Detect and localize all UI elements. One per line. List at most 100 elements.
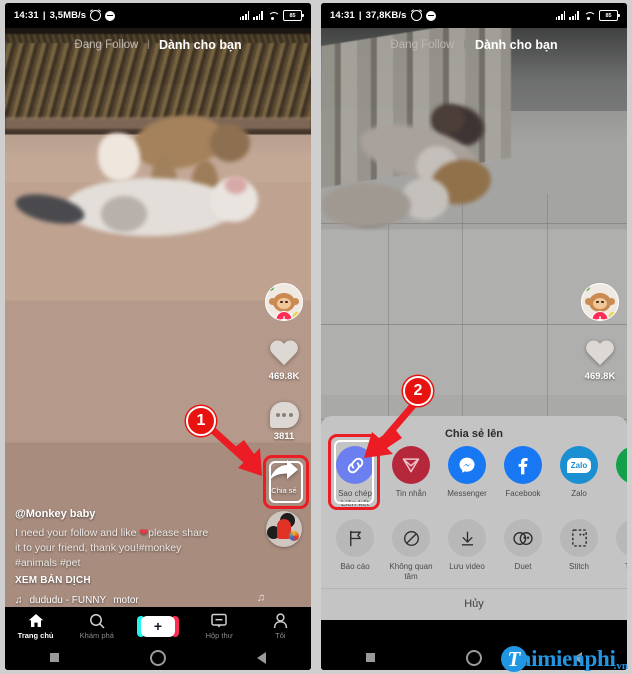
- tab-separator: |: [147, 39, 150, 50]
- nav-item-create[interactable]: +: [127, 615, 188, 637]
- inbox-icon: [211, 612, 227, 629]
- status-left-group: 14:31 | 37,8KB/s: [330, 10, 436, 21]
- avatar-eye-right: [285, 300, 288, 304]
- recents-square-icon[interactable]: [50, 653, 60, 662]
- left-status-bar: 14:31 | 3,5MB/s 85: [5, 3, 311, 28]
- status-separator: |: [42, 10, 46, 21]
- avatar-banana: [607, 310, 618, 319]
- disc-color-orb: [289, 531, 299, 541]
- caption-music-row[interactable]: ♫ dududu - FUNNY motor: [15, 595, 253, 606]
- step-1-badge: 1: [186, 406, 216, 436]
- nav-item-home[interactable]: Trang chủ: [5, 612, 66, 640]
- avatar-ear-right: [292, 297, 299, 305]
- music-note-icon: ♫: [15, 595, 23, 606]
- step-2-badge: 2: [403, 376, 433, 406]
- left-phone-screenshot: 14:31 | 3,5MB/s 85 Đang Follow | Dành ch…: [0, 0, 316, 674]
- recents-square-icon[interactable]: [366, 653, 376, 662]
- bookmark-svg: [627, 528, 628, 548]
- flag-svg: [349, 530, 361, 546]
- alarm-icon: [410, 10, 422, 21]
- tab-following[interactable]: Đang Follow: [74, 39, 138, 51]
- status-left-group: 14:31 | 3,5MB/s: [14, 10, 116, 21]
- avatar-leaf: [267, 286, 274, 291]
- music-disc[interactable]: [266, 511, 302, 547]
- back-triangle-icon[interactable]: [256, 651, 266, 664]
- home-circle-icon[interactable]: [465, 649, 482, 666]
- left-phone-screen: 14:31 | 3,5MB/s 85 Đang Follow | Dành ch…: [5, 3, 311, 670]
- nav-label-inbox: Hộp thư: [205, 631, 233, 640]
- cat-patch: [101, 196, 147, 232]
- nav-item-inbox[interactable]: Hộp thư: [189, 612, 250, 640]
- follow-plus-button[interactable]: +: [591, 311, 609, 320]
- create-button-wrap: +: [136, 615, 179, 637]
- share-app-messenger[interactable]: Messenger: [439, 446, 495, 509]
- share-app-sms[interactable]: S: [607, 446, 627, 509]
- caption-line2: it to your friend, thank you!#monkey: [15, 542, 182, 554]
- share-actions-row: Báo cáo Không quan tâm Lưu video Duet St…: [321, 515, 627, 588]
- nav-label-home: Trang chủ: [17, 631, 54, 640]
- status-network-speed: 3,5MB/s: [49, 10, 87, 21]
- signal-bars-icon: [555, 11, 566, 20]
- heart-icon: [269, 341, 299, 368]
- left-bottom-nav: Trang chủ Khám phá + Hộp thư Tôi: [5, 607, 311, 645]
- cancel-button[interactable]: Hủy: [321, 588, 627, 620]
- caption-heart-emoji: ❤: [139, 527, 149, 539]
- battery-icon: 85: [283, 10, 304, 21]
- duet-icon: [504, 519, 542, 557]
- action-label-report: Báo cáo: [340, 562, 370, 571]
- caption-username[interactable]: @Monkey baby: [15, 508, 253, 520]
- signal-bars-icon-2: [253, 11, 263, 20]
- home-circle-icon[interactable]: [149, 649, 166, 666]
- status-separator: |: [358, 10, 362, 21]
- right-status-bar: 14:31 | 37,8KB/s 85: [321, 3, 627, 28]
- watermark-tld: .vn: [613, 660, 628, 672]
- plus-icon[interactable]: +: [136, 615, 179, 637]
- status-time: 14:31: [330, 10, 355, 21]
- heart-icon: [585, 341, 615, 368]
- not-interested-label-2: tâm: [404, 572, 418, 581]
- action-not-interested[interactable]: Không quan tâm: [383, 519, 439, 582]
- action-label-not-interested: Không quan tâm: [389, 562, 432, 582]
- wifi-icon: [583, 11, 595, 20]
- action-add-favorite[interactable]: Thêm Yêu: [607, 519, 627, 582]
- action-duet[interactable]: Duet: [495, 519, 551, 582]
- like-button[interactable]: 469.8K: [269, 341, 300, 382]
- cat-ear: [225, 176, 247, 194]
- action-stitch[interactable]: Stitch: [551, 519, 607, 582]
- nav-item-discover[interactable]: Khám phá: [66, 612, 127, 640]
- messenger-svg: [459, 457, 475, 473]
- avatar-eye-left: [280, 300, 283, 304]
- sms-icon: [616, 446, 627, 484]
- share-app-facebook[interactable]: Facebook: [495, 446, 551, 509]
- stitch-svg: [571, 529, 587, 547]
- avatar-eye-right: [601, 300, 604, 304]
- avatar-banana: [291, 310, 302, 319]
- left-caption-block: @Monkey baby I need your follow and like…: [15, 508, 253, 606]
- tab-for-you[interactable]: Dành cho bạn: [475, 38, 558, 52]
- cat-body: [65, 178, 235, 236]
- profile-icon: [273, 612, 288, 629]
- share-app-label-messenger: Messenger: [447, 489, 487, 498]
- music-extra: motor: [113, 595, 139, 606]
- do-not-disturb-icon: [105, 10, 116, 21]
- tab-for-you[interactable]: Dành cho bạn: [159, 38, 242, 52]
- nav-label-discover: Khám phá: [79, 631, 114, 640]
- nav-item-profile[interactable]: Tôi: [250, 612, 311, 640]
- see-translation-link[interactable]: XEM BẢN DỊCH: [15, 575, 253, 586]
- share-app-zalo[interactable]: Zalo Zalo: [551, 446, 607, 509]
- tab-following[interactable]: Đang Follow: [390, 39, 454, 51]
- alarm-icon: [90, 10, 102, 21]
- right-phone-screen: 14:31 | 37,8KB/s 85 Đang Follow | Dành c…: [321, 3, 627, 670]
- like-count: 469.8K: [584, 371, 616, 382]
- like-button[interactable]: 469.8K: [585, 341, 616, 382]
- action-report[interactable]: Báo cáo: [327, 519, 383, 582]
- monkey-head: [210, 124, 250, 162]
- do-not-disturb-icon: [425, 10, 436, 21]
- follow-plus-button[interactable]: +: [275, 311, 293, 320]
- left-feed-tabs: Đang Follow | Dành cho bạn: [5, 28, 311, 61]
- signal-bars-icon: [239, 11, 250, 20]
- avatar[interactable]: +: [581, 283, 619, 321]
- avatar[interactable]: +: [265, 283, 303, 321]
- action-save-video[interactable]: Lưu video: [439, 519, 495, 582]
- bookmark-icon: [616, 519, 627, 557]
